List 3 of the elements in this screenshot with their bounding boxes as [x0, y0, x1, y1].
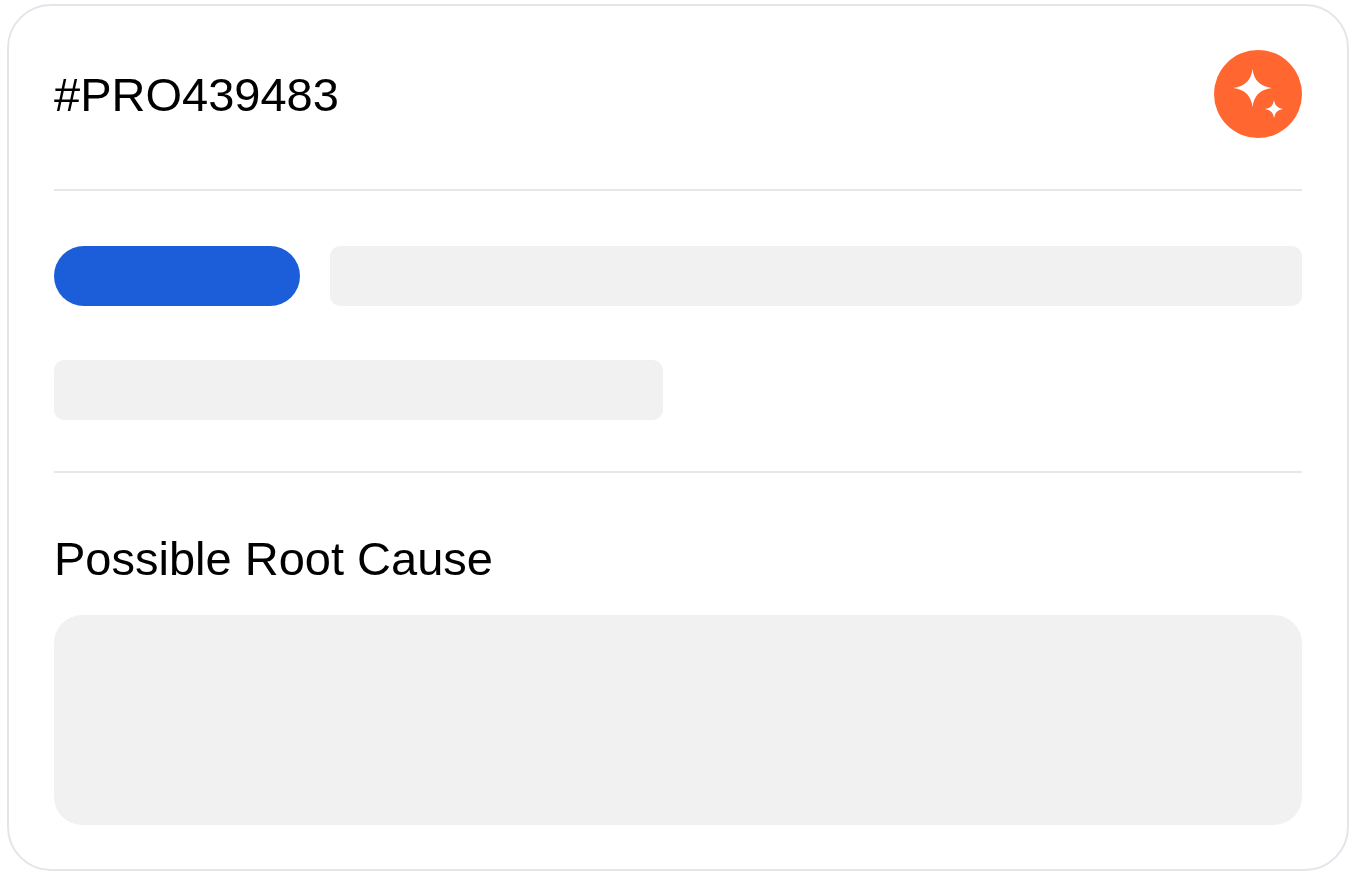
section-heading: Possible Root Cause [54, 535, 494, 582]
ticket-id: #PRO439483 [54, 70, 339, 118]
sparkle-icon [1233, 69, 1283, 119]
